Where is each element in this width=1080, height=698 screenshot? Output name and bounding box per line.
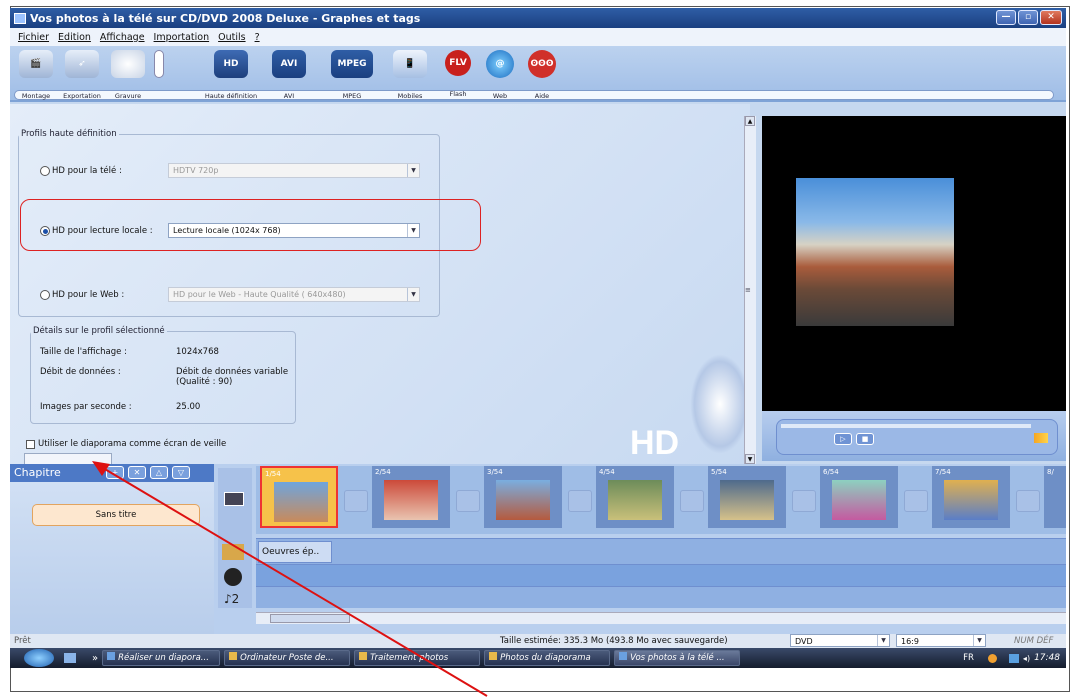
- annotation-arrow: [92, 461, 488, 697]
- annotation-arrowhead: [92, 461, 110, 476]
- annotation-arrow-line: [97, 464, 488, 697]
